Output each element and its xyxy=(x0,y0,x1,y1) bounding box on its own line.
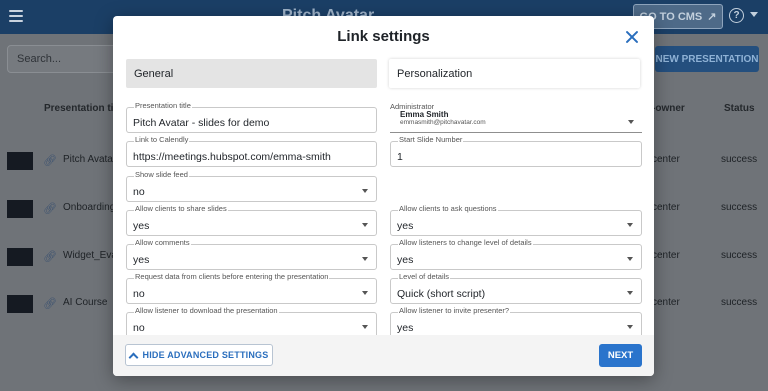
close-icon[interactable] xyxy=(623,28,641,46)
help-icon[interactable]: ? xyxy=(729,8,744,23)
administrator-name: Emma Smith xyxy=(400,110,449,119)
field-value: no xyxy=(133,288,145,300)
level-of-details-select[interactable]: Level of details Quick (short script) xyxy=(390,272,642,304)
presentation-name[interactable]: Pitch Avatar xyxy=(63,154,116,165)
change-level-details-select[interactable]: Allow listeners to change level of detai… xyxy=(390,238,642,270)
chevron-down-icon[interactable] xyxy=(628,120,634,124)
search-input[interactable]: Search... xyxy=(7,45,127,73)
owner-cell: center xyxy=(652,202,680,213)
owner-cell: center xyxy=(652,250,680,261)
show-slide-feed-select[interactable]: Show slide feed no xyxy=(126,170,377,202)
link-icon[interactable]: 🔗︎ xyxy=(43,202,57,215)
status-cell: success xyxy=(721,297,758,308)
new-presentation-button[interactable]: NEW PRESENTATION xyxy=(655,46,759,72)
allow-comments-select[interactable]: Allow comments yes xyxy=(126,238,377,270)
chevron-down-icon[interactable] xyxy=(362,257,368,261)
start-slide-number-field[interactable]: Start Slide Number 1 xyxy=(390,135,642,167)
field-label: Allow listener to download the presentat… xyxy=(134,306,279,316)
administrator-select[interactable]: Administrator Emma Smith emmasmith@pitch… xyxy=(390,102,642,133)
account-caret-icon[interactable] xyxy=(750,12,758,17)
chevron-down-icon[interactable] xyxy=(627,291,633,295)
link-icon[interactable]: 🔗︎ xyxy=(43,250,57,263)
presentation-title-field[interactable]: Presentation title Pitch Avatar - slides… xyxy=(126,101,377,133)
hide-advanced-settings-label: HIDE ADVANCED SETTINGS xyxy=(142,350,269,360)
presentation-thumbnail[interactable] xyxy=(7,295,33,313)
status-cell: success xyxy=(721,154,758,165)
calendly-link-field[interactable]: Link to Calendly https://meetings.hubspo… xyxy=(126,135,377,167)
status-cell: success xyxy=(721,250,758,261)
chevron-up-icon xyxy=(128,352,138,362)
field-label: Show slide feed xyxy=(134,170,189,180)
link-icon[interactable]: 🔗︎ xyxy=(43,154,57,167)
presentation-thumbnail[interactable] xyxy=(7,152,33,170)
dialog-title: Link settings xyxy=(337,28,430,45)
link-settings-dialog: Link settings General Personalization Pr… xyxy=(113,16,654,376)
chevron-down-icon[interactable] xyxy=(627,325,633,329)
column-header-owner: -owner xyxy=(652,103,685,114)
hamburger-menu-icon[interactable] xyxy=(9,10,23,22)
owner-cell: center xyxy=(652,297,680,308)
presentation-thumbnail[interactable] xyxy=(7,200,33,218)
request-client-data-select[interactable]: Request data from clients before enterin… xyxy=(126,272,377,304)
administrator-email: emmasmith@pitchavatar.com xyxy=(400,119,486,126)
presentation-name[interactable]: Onboarding xyxy=(63,202,115,213)
search-placeholder: Search... xyxy=(17,53,62,65)
chevron-down-icon[interactable] xyxy=(362,223,368,227)
hide-advanced-settings-button[interactable]: HIDE ADVANCED SETTINGS xyxy=(125,344,273,366)
tab-general[interactable]: General xyxy=(126,59,377,88)
ask-questions-select[interactable]: Allow clients to ask questions yes xyxy=(390,204,642,236)
field-value: yes xyxy=(397,220,414,232)
field-label: Allow clients to ask questions xyxy=(398,204,498,214)
field-label: Level of details xyxy=(398,272,451,282)
presentation-name[interactable]: AI Course xyxy=(63,297,107,308)
tab-personalization[interactable]: Personalization xyxy=(389,59,640,88)
presentation-thumbnail[interactable] xyxy=(7,248,33,266)
column-header-status: Status xyxy=(724,103,755,114)
field-label: Request data from clients before enterin… xyxy=(134,272,330,282)
field-label: Allow listener to invite presenter? xyxy=(398,306,511,316)
field-label: Allow clients to share slides xyxy=(134,204,228,214)
presentation-name[interactable]: Widget_Eva xyxy=(63,250,117,261)
field-value: yes xyxy=(133,220,150,232)
field-value: yes xyxy=(133,254,150,266)
chevron-down-icon[interactable] xyxy=(627,223,633,227)
field-label: Allow comments xyxy=(134,238,191,248)
dialog-footer: HIDE ADVANCED SETTINGS NEXT xyxy=(113,335,654,376)
field-label: Link to Calendly xyxy=(134,135,190,145)
field-value: no xyxy=(133,186,145,198)
field-value: no xyxy=(133,322,145,334)
share-slides-select[interactable]: Allow clients to share slides yes xyxy=(126,204,377,236)
chevron-down-icon[interactable] xyxy=(362,291,368,295)
chevron-down-icon[interactable] xyxy=(362,325,368,329)
next-button[interactable]: NEXT xyxy=(599,344,642,367)
field-value: Quick (short script) xyxy=(397,288,486,300)
field-value[interactable]: https://meetings.hubspot.com/emma-smith xyxy=(133,151,331,163)
owner-cell: center xyxy=(652,154,680,165)
field-value[interactable]: 1 xyxy=(397,151,403,163)
chevron-down-icon[interactable] xyxy=(627,257,633,261)
field-value: yes xyxy=(397,254,414,266)
status-cell: success xyxy=(721,202,758,213)
field-value[interactable]: Pitch Avatar - slides for demo xyxy=(133,117,269,129)
field-label: Presentation title xyxy=(134,101,192,111)
field-value: yes xyxy=(397,322,414,334)
external-link-icon: ↗ xyxy=(707,11,717,23)
link-icon[interactable]: 🔗︎ xyxy=(43,297,57,310)
field-label: Start Slide Number xyxy=(398,135,464,145)
chevron-down-icon[interactable] xyxy=(362,189,368,193)
field-label: Allow listeners to change level of detai… xyxy=(398,238,533,248)
